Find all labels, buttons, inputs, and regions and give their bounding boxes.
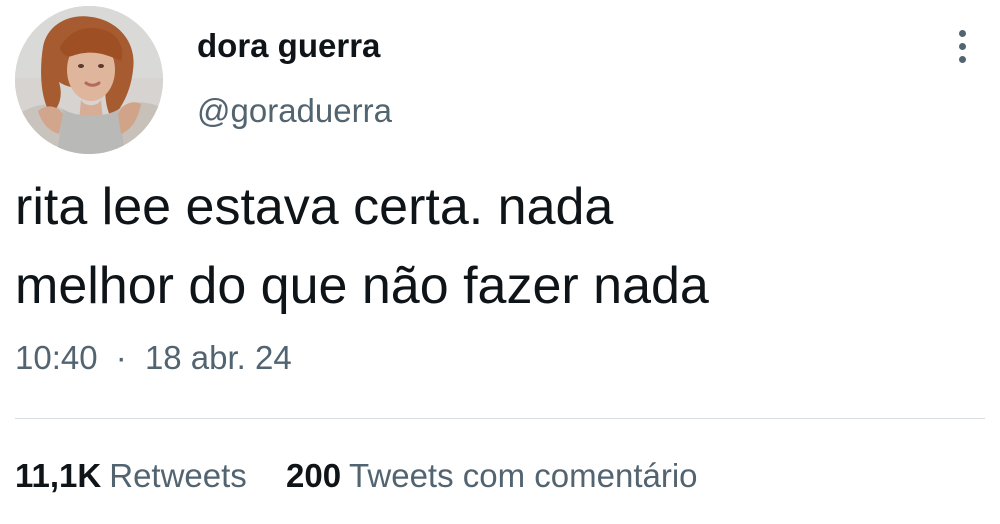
- author-handle[interactable]: @goraduerra: [197, 91, 392, 131]
- more-options-button[interactable]: [945, 26, 979, 68]
- more-vertical-icon: [959, 30, 966, 37]
- divider: [15, 418, 985, 419]
- tweet-stats: 11,1K Retweets 200 Tweets com comentário: [15, 454, 698, 498]
- avatar[interactable]: [15, 6, 163, 154]
- quote-tweets-stat[interactable]: 200 Tweets com comentário: [286, 454, 698, 498]
- tweet-text: rita lee estava certa. nada melhor do qu…: [15, 168, 975, 326]
- tweet-timestamp[interactable]: 10:40 · 18 abr. 24: [15, 336, 292, 380]
- tweet-date: 18 abr. 24: [144, 339, 292, 376]
- more-vertical-icon: [959, 56, 966, 63]
- retweets-count: 11,1K: [15, 457, 102, 494]
- tweet-card: dora guerra @goraduerra rita lee estava …: [0, 0, 1000, 524]
- quote-tweets-label: Tweets com comentário: [349, 457, 698, 494]
- profile-photo-icon: [15, 6, 163, 154]
- retweets-stat[interactable]: 11,1K Retweets: [15, 454, 247, 498]
- tweet-time: 10:40: [15, 339, 98, 376]
- more-vertical-icon: [959, 43, 966, 50]
- author-display-name[interactable]: dora guerra: [197, 26, 380, 66]
- meta-separator: ·: [115, 339, 127, 376]
- tweet-text-line: melhor do que não fazer nada: [15, 257, 709, 315]
- tweet-text-line: rita lee estava certa. nada: [15, 178, 614, 236]
- retweets-label: Retweets: [109, 457, 247, 494]
- quote-tweets-count: 200: [285, 457, 342, 494]
